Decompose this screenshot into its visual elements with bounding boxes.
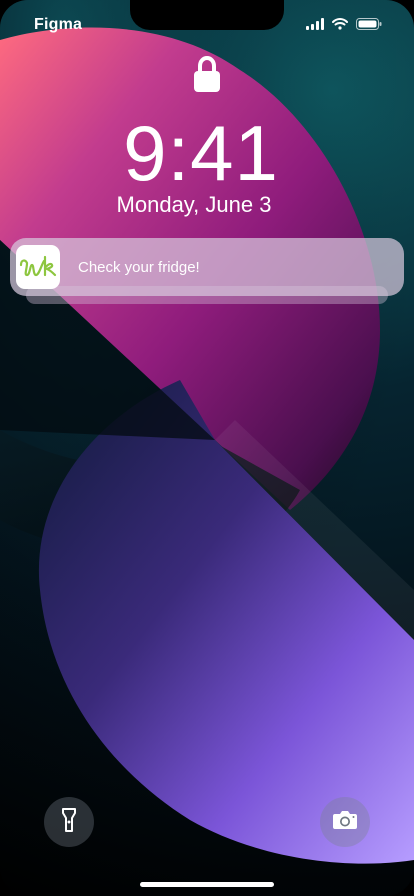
lock-time: 9:41 — [123, 109, 279, 197]
status-icons — [306, 18, 382, 30]
lock-screen: Figma 9:41 Monday, June 3 Check your fri… — [0, 0, 414, 896]
flashlight-icon — [61, 807, 77, 838]
camera-button[interactable] — [320, 797, 370, 847]
battery-icon — [356, 18, 382, 30]
wk-app-icon — [16, 245, 60, 289]
status-bar: Figma — [0, 0, 414, 44]
notification-message: Check your fridge! — [78, 258, 200, 276]
lock-icon — [192, 55, 222, 94]
carrier-name: Figma — [34, 16, 83, 33]
home-indicator[interactable] — [140, 882, 274, 887]
notification-card[interactable]: Check your fridge! — [10, 238, 404, 296]
flashlight-button[interactable] — [44, 797, 94, 847]
wifi-icon — [332, 18, 348, 30]
signal-icon — [306, 18, 324, 30]
camera-icon — [332, 810, 358, 835]
lock-date: Monday, June 3 — [116, 192, 272, 217]
